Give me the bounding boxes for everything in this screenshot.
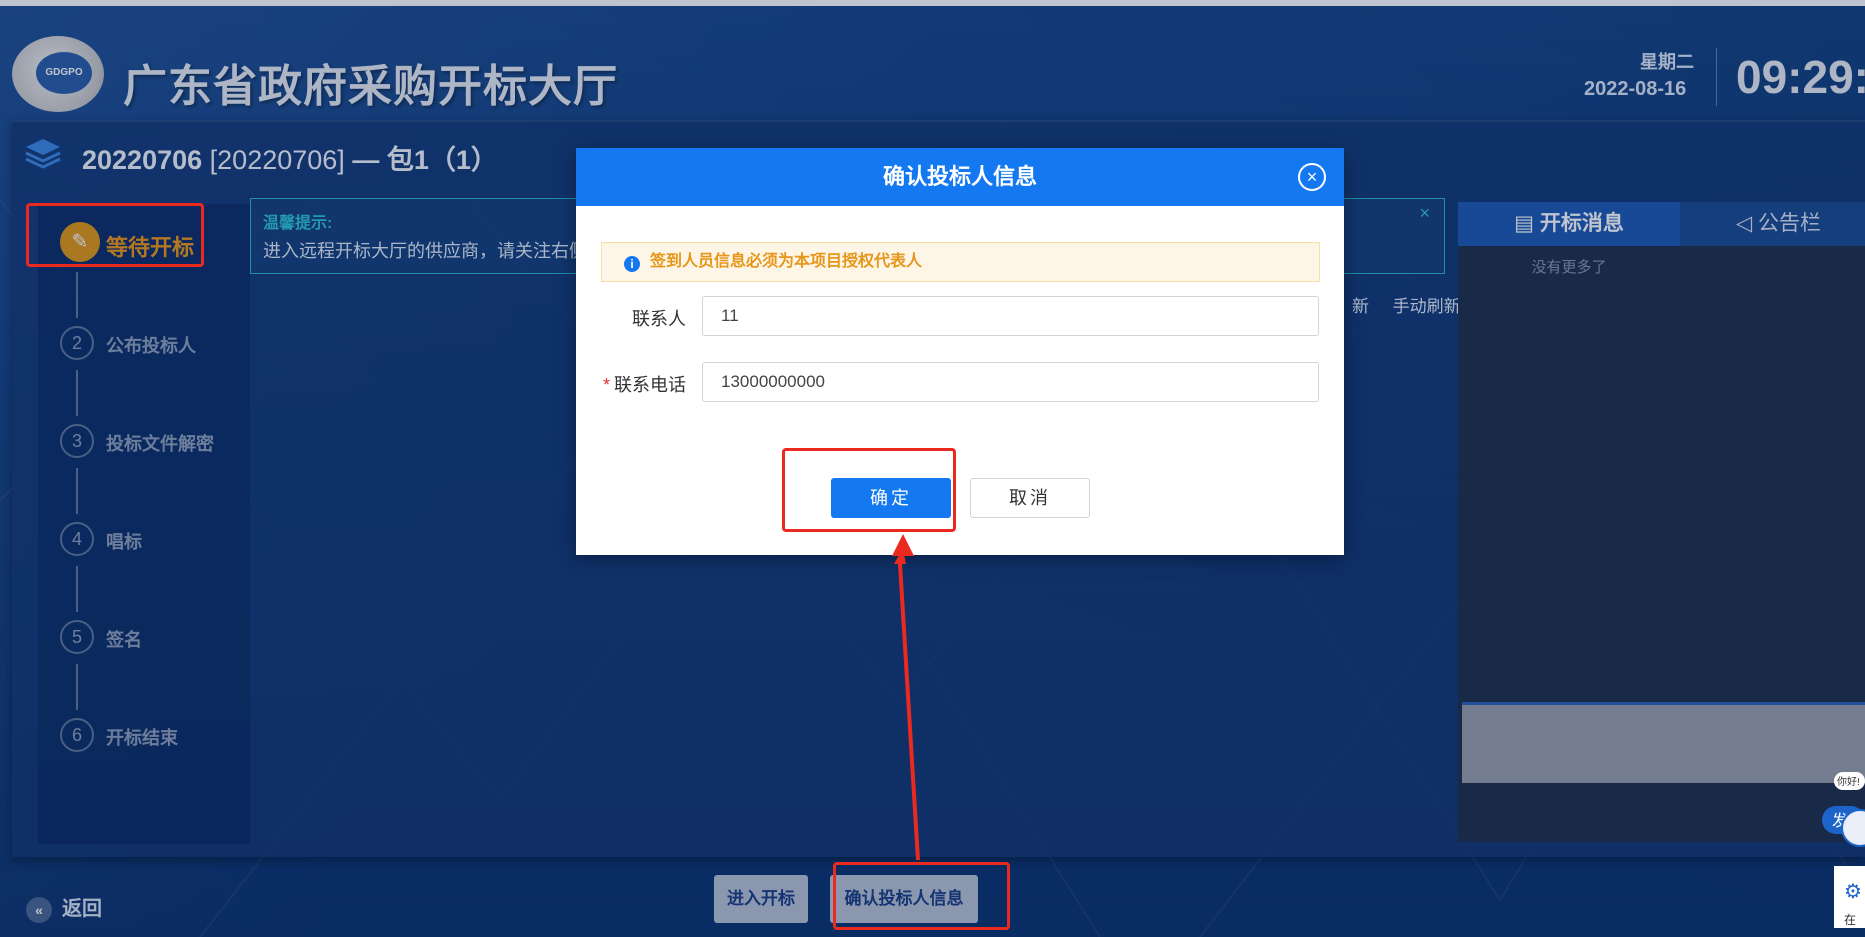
annotation-box-confirm — [782, 448, 956, 532]
chat-widget[interactable]: 你好! 发 ⚙ 在 — [1818, 768, 1865, 928]
warning-banner: i 签到人员信息必须为本项目授权代表人 — [601, 242, 1320, 282]
confirm-bidder-dialog: 确认投标人信息 × i 签到人员信息必须为本项目授权代表人 联系人 11 * 联系电… — [576, 148, 1344, 555]
dialog-title: 确认投标人信息 — [882, 164, 1037, 189]
contact-label: 联系人 — [632, 309, 686, 329]
chat-bot-icon: 你好! 发 ⚙ 在 — [1822, 772, 1865, 928]
phone-field[interactable]: 13000000000 — [702, 362, 1319, 402]
dialog-header: 确认投标人信息 × — [576, 148, 1344, 206]
phone-label-text: 联系电话 — [614, 375, 686, 395]
svg-text:⚙: ⚙ — [1844, 881, 1862, 903]
annotation-box-step — [26, 203, 204, 267]
warning-text: 签到人员信息必须为本项目授权代表人 — [650, 253, 923, 270]
annotation-arrow — [892, 534, 920, 860]
chat-greeting: 你好! — [1837, 775, 1860, 788]
info-icon: i — [624, 256, 640, 272]
contact-field[interactable]: 11 — [702, 296, 1319, 336]
phone-label: * 联系电话 — [576, 371, 686, 397]
close-icon[interactable]: × — [1298, 163, 1326, 191]
chat-footer-label: 在 — [1844, 913, 1856, 927]
cancel-button[interactable]: 取消 — [970, 478, 1090, 518]
required-mark: * — [602, 375, 610, 395]
annotation-box-bottom-button — [833, 862, 1010, 930]
